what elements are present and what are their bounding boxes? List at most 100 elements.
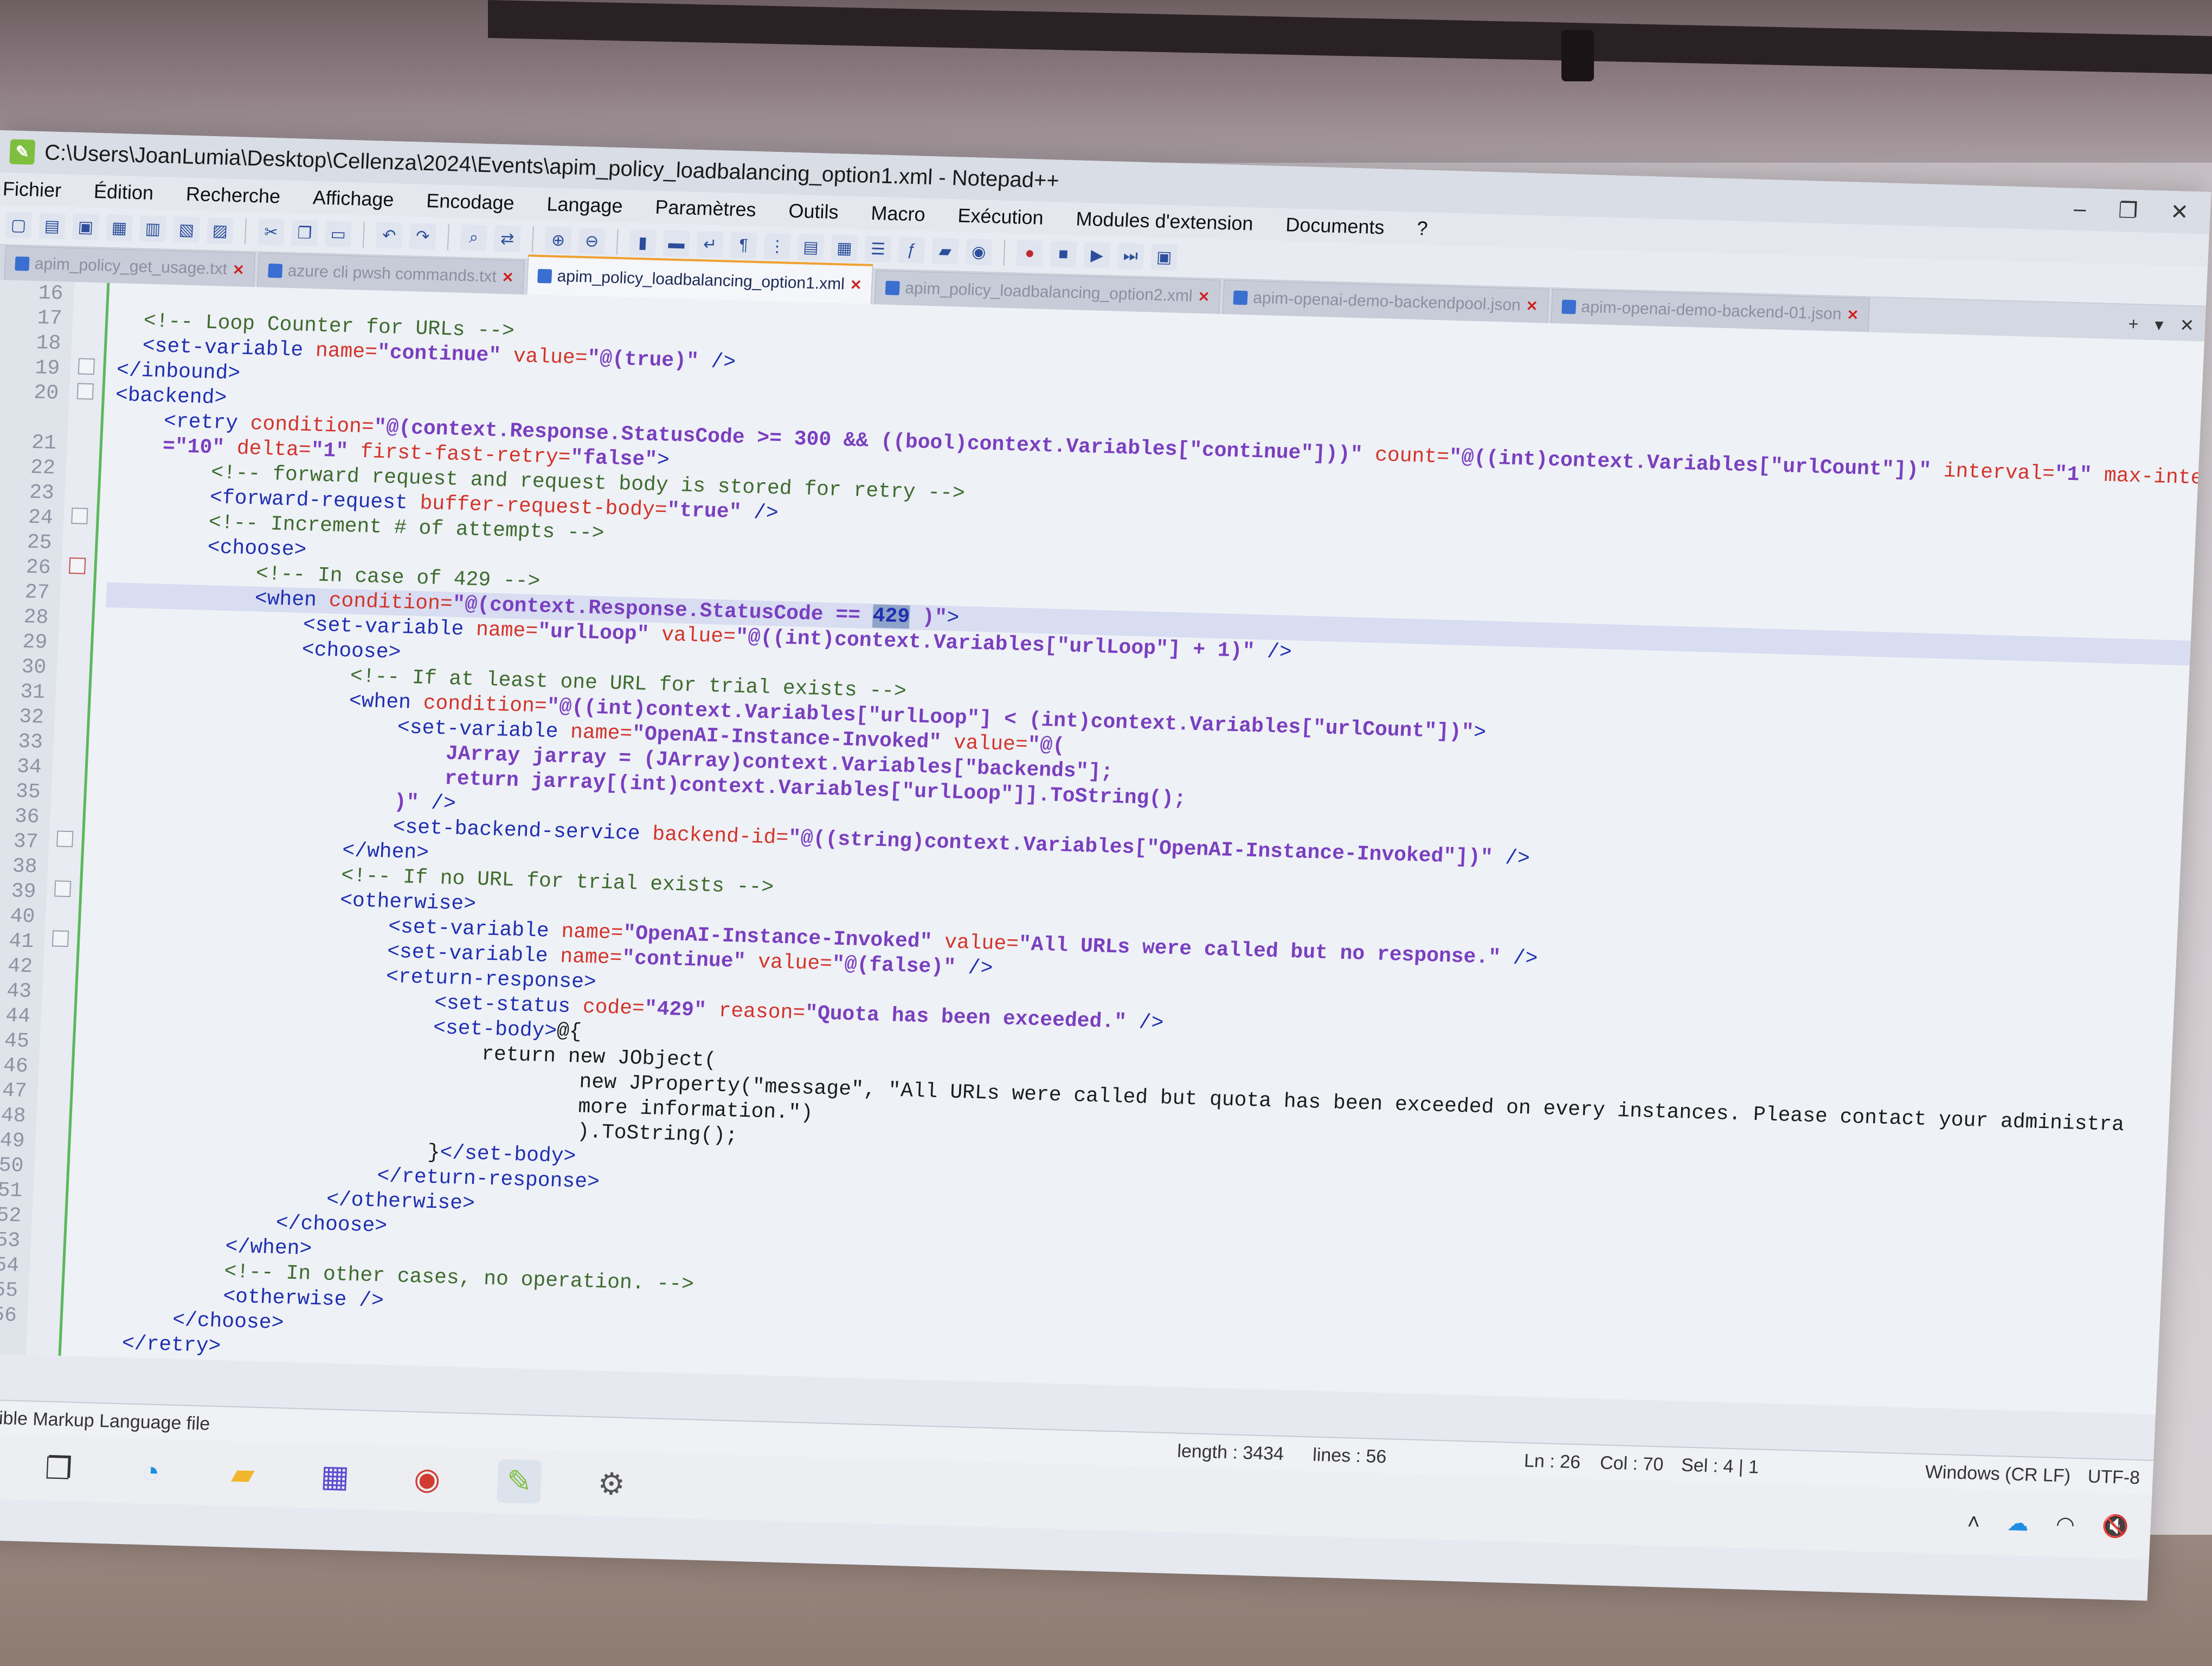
play-macro-icon[interactable]: ▶	[1083, 241, 1111, 269]
close-all-icon[interactable]: ▧	[172, 216, 201, 244]
fold-marker-icon[interactable]	[56, 830, 74, 848]
function-list-icon[interactable]: ƒ	[898, 236, 925, 264]
undo-icon[interactable]: ↶	[375, 222, 403, 249]
status-col: Col : 70	[1599, 1452, 1664, 1475]
show-all-chars-icon[interactable]: ¶	[730, 232, 757, 259]
folder-workspace-icon[interactable]: ▰	[931, 238, 959, 265]
close-icon[interactable]: ✕	[1198, 288, 1210, 305]
monitoring-icon[interactable]: ◉	[965, 238, 993, 266]
fold-marker-icon[interactable]	[76, 383, 94, 400]
fold-marker-icon[interactable]	[54, 880, 72, 898]
maximize-button[interactable]: ❐	[2118, 198, 2138, 223]
store-icon[interactable]: ▦	[312, 1454, 358, 1498]
tab-label: azure cli pwsh commands.txt	[287, 261, 497, 286]
open-file-icon[interactable]: ▤	[38, 213, 66, 240]
find-icon[interactable]: ⌕	[460, 224, 487, 252]
redo-icon[interactable]: ↷	[409, 223, 436, 250]
fold-marker-icon[interactable]	[78, 358, 95, 375]
sync-v-icon[interactable]: ▮	[629, 229, 657, 256]
close-icon[interactable]: ✕	[501, 268, 514, 286]
status-sel: Sel : 4 | 1	[1681, 1454, 1759, 1478]
fold-marker-icon[interactable]	[69, 557, 86, 574]
file-explorer-icon[interactable]: ▰	[220, 1451, 266, 1496]
menu-edition[interactable]: Édition	[93, 180, 154, 204]
save-all-icon[interactable]: ▦	[105, 214, 133, 241]
cut-icon[interactable]: ✂	[257, 219, 285, 246]
code-view[interactable]: <!-- Loop Counter for URLs --> <set-vari…	[61, 283, 2204, 1414]
close-button[interactable]: ✕	[2170, 200, 2189, 225]
stop-macro-icon[interactable]: ■	[1050, 241, 1077, 268]
menu-recherche[interactable]: Recherche	[185, 183, 281, 208]
task-view-icon[interactable]: ❐	[36, 1446, 81, 1491]
line-number: 36	[14, 805, 40, 829]
doc-list-icon[interactable]: ☰	[864, 235, 892, 262]
menu-parametres[interactable]: Paramètres	[655, 196, 757, 221]
close-icon[interactable]: ✕	[232, 261, 245, 279]
paste-icon[interactable]: ▭	[324, 220, 352, 248]
menu-modules[interactable]: Modules d'extension	[1076, 207, 1254, 235]
zoom-out-icon[interactable]: ⊖	[578, 227, 606, 255]
window-controls: – ❐ ✕	[2073, 197, 2200, 225]
cloud-icon[interactable]: ☁	[2007, 1510, 2029, 1536]
close-icon[interactable]: ✕	[1526, 297, 1538, 315]
line-number: 44	[5, 1004, 31, 1029]
sync-h-icon[interactable]: ▬	[663, 230, 690, 257]
line-number: 31	[20, 680, 46, 704]
copy-icon[interactable]: ❐	[291, 220, 318, 247]
fold-marker-icon[interactable]	[71, 507, 88, 524]
line-number: 37	[12, 830, 39, 854]
line-number: 49	[0, 1129, 25, 1153]
new-file-icon[interactable]: ▢	[5, 212, 33, 239]
line-number: 21	[31, 431, 57, 456]
line-number: 25	[26, 530, 53, 555]
projector-mount	[1561, 30, 1594, 81]
menu-outils[interactable]: Outils	[788, 200, 839, 224]
editor-area[interactable]: 16 17 18 19 20 21 22 23 24 25 26 27 28 29 30 31 32 33 34 35…	[0, 279, 2204, 1414]
replace-icon[interactable]: ⇄	[493, 225, 521, 252]
menu-affichage[interactable]: Affichage	[312, 186, 394, 211]
system-tray: ˄ ☁ ◠ 🔇	[1967, 1509, 2151, 1540]
close-icon[interactable]: ✕	[850, 276, 862, 293]
wifi-icon[interactable]: ◠	[2055, 1512, 2075, 1537]
chrome-icon[interactable]: ◉	[404, 1457, 450, 1501]
fold-marker-icon[interactable]	[52, 930, 69, 947]
menu-documents[interactable]: Documents	[1285, 213, 1385, 239]
close-file-icon[interactable]: ▥	[139, 215, 167, 242]
doc-map-icon[interactable]: ▦	[831, 234, 858, 262]
edge-icon[interactable]: ◔	[128, 1449, 173, 1494]
line-number: 38	[11, 855, 38, 879]
line-number: 17	[36, 306, 63, 331]
save-macro-icon[interactable]: ▣	[1150, 244, 1178, 271]
record-macro-icon[interactable]: ●	[1016, 240, 1044, 267]
save-icon[interactable]: ▣	[72, 213, 100, 241]
print-icon[interactable]: ▨	[206, 217, 234, 245]
udl-icon[interactable]: ▤	[797, 234, 825, 261]
chevron-up-icon[interactable]: ˄	[1967, 1510, 1980, 1535]
notepadpp-icon[interactable]: ✎	[496, 1459, 542, 1504]
tab-list-icon[interactable]: ▾	[2155, 314, 2164, 335]
line-number: 16	[37, 281, 64, 306]
settings-icon[interactable]: ⚙	[589, 1462, 634, 1506]
menu-help[interactable]: ?	[1416, 217, 1429, 240]
line-number: 40	[9, 905, 36, 929]
line-number: 45	[4, 1029, 30, 1054]
add-tab-icon[interactable]: +	[2128, 313, 2139, 334]
status-lines: lines : 56	[1312, 1444, 1387, 1467]
menu-langage[interactable]: Langage	[546, 193, 623, 217]
run-macro-multiple-icon[interactable]: ⏭	[1117, 242, 1144, 270]
minimize-button[interactable]: –	[2073, 197, 2086, 222]
menu-execution[interactable]: Exécution	[957, 204, 1044, 229]
zoom-in-icon[interactable]: ⊕	[544, 227, 572, 254]
menu-macro[interactable]: Macro	[871, 202, 926, 226]
file-icon	[1233, 290, 1248, 305]
menu-fichier[interactable]: Fichier	[2, 177, 62, 202]
close-tab-icon[interactable]: ✕	[2179, 315, 2195, 336]
notepadpp-icon: ✎	[9, 139, 36, 165]
line-number: 24	[28, 505, 54, 530]
close-icon[interactable]: ✕	[1847, 306, 1859, 324]
line-number: 34	[16, 755, 42, 779]
indent-guide-icon[interactable]: ⋮	[763, 233, 791, 260]
menu-encodage[interactable]: Encodage	[426, 189, 515, 214]
speaker-muted-icon[interactable]: 🔇	[2101, 1513, 2130, 1539]
word-wrap-icon[interactable]: ↵	[696, 230, 724, 258]
